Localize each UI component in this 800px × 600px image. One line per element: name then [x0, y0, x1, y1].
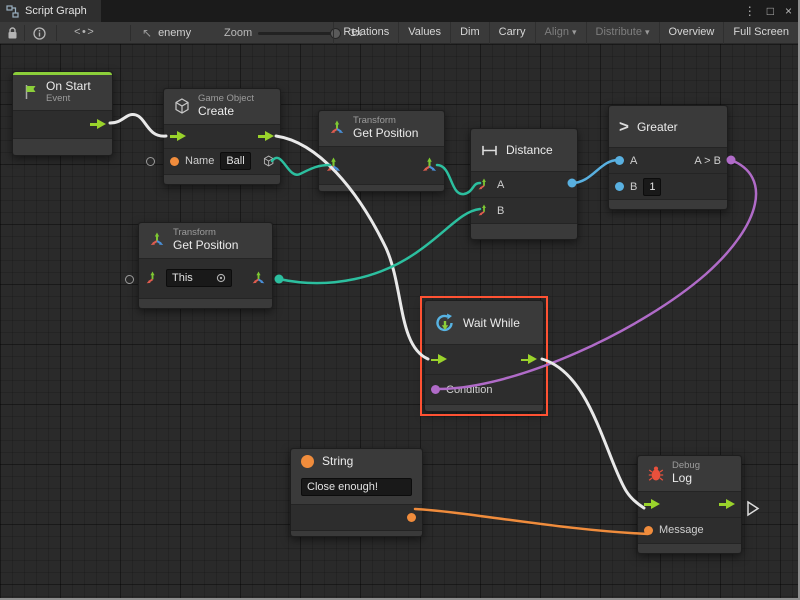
- bug-icon: [648, 465, 664, 482]
- port-label: B: [630, 181, 637, 193]
- tab-script-graph[interactable]: Script Graph: [0, 0, 101, 22]
- graph-breadcrumb[interactable]: ↖ enemy: [142, 22, 191, 44]
- cube-icon: [174, 98, 190, 114]
- port-label: A: [497, 179, 504, 191]
- relations-button[interactable]: Relations: [333, 22, 398, 44]
- port-label: B: [497, 205, 504, 217]
- close-icon[interactable]: ×: [785, 4, 792, 18]
- node-title: Get Position: [173, 239, 238, 253]
- node-string[interactable]: String Close enough!: [290, 448, 423, 537]
- script-graph-window: Script Graph ⋮ □ × <•> ↖ enemy Zoom 1x R…: [0, 0, 800, 600]
- graph-toolbar: <•> ↖ enemy Zoom 1x Relations Values Dim…: [0, 22, 798, 44]
- name-input[interactable]: Ball: [220, 152, 250, 170]
- flow-in-port[interactable]: [644, 499, 660, 510]
- node-title: Distance: [506, 143, 553, 157]
- ruler-icon: [481, 144, 498, 157]
- carry-button[interactable]: Carry: [489, 22, 535, 44]
- vector-out-port[interactable]: [251, 271, 266, 286]
- node-debug-log[interactable]: Debug Log Message: [637, 455, 742, 554]
- node-get-position-top[interactable]: Transform Get Position: [318, 110, 445, 192]
- chevron-down-icon: ▾: [645, 27, 650, 37]
- parent-arrow-icon: ↖: [142, 26, 152, 40]
- result-port-label: A > B: [694, 155, 721, 167]
- port-label: Message: [659, 524, 704, 536]
- chevron-down-icon: ▾: [572, 27, 577, 37]
- wire-getposition-to-distance-b[interactable]: [279, 209, 480, 283]
- values-button[interactable]: Values: [398, 22, 450, 44]
- string-out-port[interactable]: [407, 513, 416, 522]
- code-icon[interactable]: <•>: [74, 22, 94, 44]
- flow-out-port[interactable]: [521, 354, 537, 365]
- b-port[interactable]: [615, 182, 624, 191]
- node-subtitle: Event: [46, 94, 91, 105]
- window-menu-icon[interactable]: ⋮: [744, 4, 756, 18]
- node-title: Log: [672, 472, 700, 486]
- vector-out-dot[interactable]: [275, 275, 284, 284]
- graph-icon: [6, 5, 19, 18]
- target-dropdown[interactable]: This: [166, 269, 232, 287]
- node-title: Create: [198, 105, 254, 119]
- fullscreen-button[interactable]: Full Screen: [723, 22, 798, 44]
- unconnected-port[interactable]: [146, 157, 155, 166]
- wire-string-to-message[interactable]: [415, 509, 648, 534]
- flow-out-port[interactable]: [258, 131, 274, 142]
- vector-out-port[interactable]: [421, 157, 438, 174]
- title-bar: Script Graph ⋮ □ ×: [0, 0, 798, 22]
- vector-b-port[interactable]: [477, 204, 491, 218]
- tab-title: Script Graph: [25, 5, 87, 17]
- overview-button[interactable]: Overview: [659, 22, 724, 44]
- wait-icon: [435, 313, 455, 333]
- wire-waitwhile-to-log[interactable]: [542, 359, 644, 508]
- string-input[interactable]: Close enough!: [301, 478, 412, 496]
- play-indicator: [748, 502, 758, 515]
- zoom-slider[interactable]: [258, 22, 338, 44]
- picker-icon: [216, 273, 226, 283]
- graph-canvas[interactable]: On Start Event Game Object Create: [0, 44, 798, 598]
- node-title: Wait While: [463, 316, 520, 330]
- node-title: On Start: [46, 80, 91, 94]
- flag-icon: [23, 84, 38, 100]
- maximize-icon[interactable]: □: [767, 4, 774, 18]
- align-button[interactable]: Align▾: [535, 22, 586, 44]
- port-label: Condition: [446, 384, 492, 396]
- vector-a-port[interactable]: [477, 178, 491, 192]
- port-label: Name: [185, 155, 214, 167]
- string-icon: [301, 455, 314, 468]
- flow-in-port[interactable]: [170, 131, 186, 142]
- node-on-start[interactable]: On Start Event: [12, 71, 113, 156]
- gameobject-out-port[interactable]: [263, 154, 274, 168]
- dim-button[interactable]: Dim: [450, 22, 489, 44]
- flow-in-port[interactable]: [431, 354, 447, 365]
- node-title: String: [322, 454, 353, 468]
- distribute-button[interactable]: Distribute▾: [586, 22, 659, 44]
- node-title: Greater: [637, 120, 678, 134]
- b-input[interactable]: 1: [643, 178, 661, 196]
- flow-out-port[interactable]: [719, 499, 735, 510]
- flow-out-port[interactable]: [90, 119, 106, 130]
- transform-in-port[interactable]: [325, 157, 342, 174]
- node-distance[interactable]: Distance A B: [470, 128, 578, 240]
- port-label: A: [630, 155, 637, 167]
- node-title: Get Position: [353, 127, 418, 141]
- transform-icon: [329, 120, 345, 136]
- condition-port[interactable]: [431, 385, 440, 394]
- info-icon[interactable]: [33, 22, 46, 44]
- unconnected-port[interactable]: [125, 275, 134, 284]
- node-greater[interactable]: > Greater A A > B B 1: [608, 105, 728, 210]
- wire-start-to-create[interactable]: [110, 114, 166, 136]
- greater-icon: >: [619, 118, 629, 135]
- message-port[interactable]: [644, 526, 653, 535]
- node-get-position-self[interactable]: Transform Get Position This: [138, 222, 273, 309]
- node-wait-while[interactable]: Wait While Condition: [424, 300, 544, 412]
- transform-in-port[interactable]: [145, 271, 160, 286]
- transform-icon: [149, 232, 165, 248]
- node-create[interactable]: Game Object Create Name Ball: [163, 88, 281, 185]
- lock-icon[interactable]: [7, 22, 18, 44]
- zoom-label: Zoom: [224, 22, 252, 44]
- name-port[interactable]: [170, 157, 179, 166]
- a-port[interactable]: [615, 156, 624, 165]
- graph-name: enemy: [158, 27, 191, 39]
